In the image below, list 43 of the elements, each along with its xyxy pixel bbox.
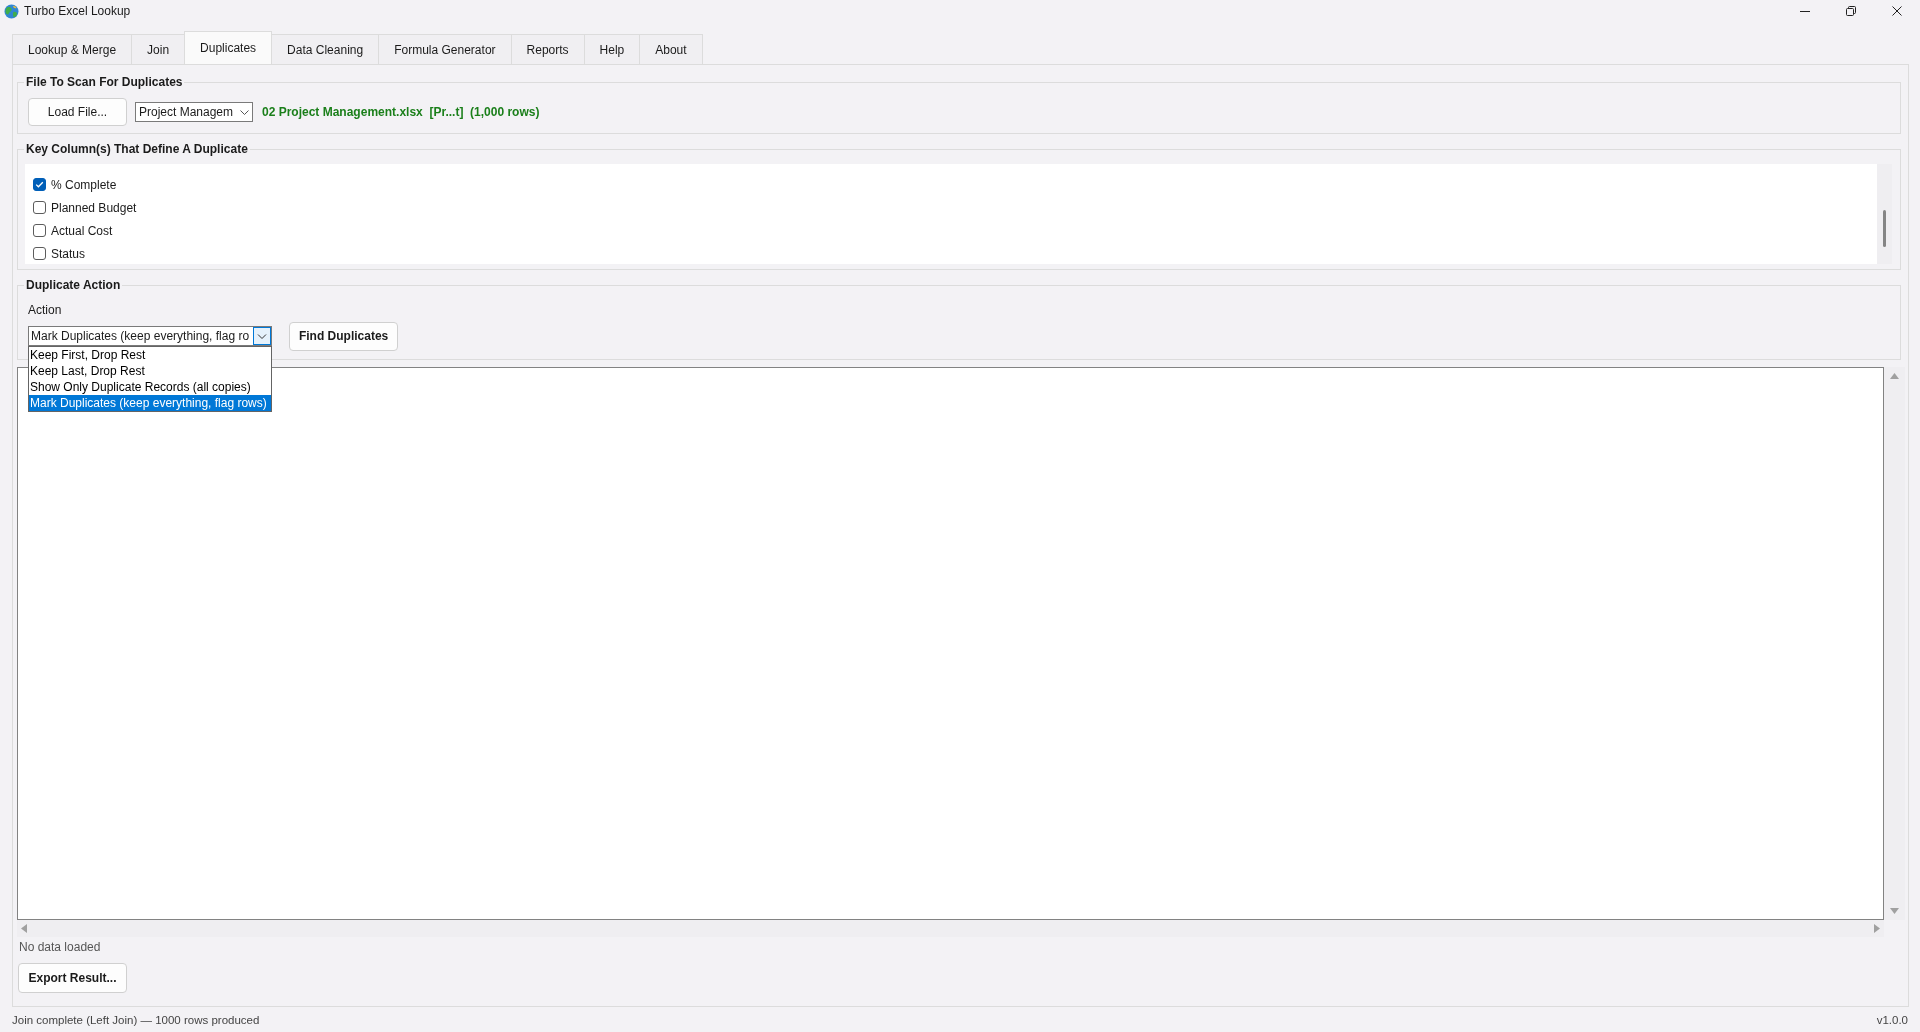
tab[interactable]: Lookup & Merge [12,34,133,64]
dropdown-option[interactable]: Keep First, Drop Rest [29,347,272,363]
field-label: Action [27,303,62,317]
checkbox-label[interactable]: % Complete [51,177,117,192]
checkbox-label[interactable]: Status [51,246,86,261]
section-title: Duplicate Action [25,278,122,292]
down-arrow-icon[interactable] [1890,908,1899,914]
checkbox[interactable] [33,247,46,260]
export-result-button[interactable]: Export Result... [18,963,127,993]
dropdown-option[interactable]: Show Only Duplicate Records (all copies) [29,379,272,395]
window-title: Turbo Excel Lookup [24,4,131,18]
globe-icon [4,3,19,19]
minimize-icon[interactable] [1800,10,1810,12]
checkbox-label[interactable]: Planned Budget [51,200,137,215]
chevron-down-icon [240,109,249,115]
checkbox-label[interactable]: Actual Cost [51,223,113,238]
file-status-text: 02 Project Management.xlsx [Pr...t] (1,000 rows) [262,105,540,119]
horizontal-scrollbar[interactable] [17,920,1884,937]
action-dropdown[interactable]: Mark Duplicates (keep everything, flag ro [28,326,273,346]
section-title: File To Scan For Duplicates [25,75,184,89]
checkbox[interactable] [33,178,46,191]
close-icon[interactable] [1892,6,1902,16]
results-message: No data loaded [18,940,101,954]
status-message: Join complete (Left Join) — 1000 rows produced [12,1013,260,1026]
chevron-down-icon[interactable] [253,327,272,345]
checkbox[interactable] [33,201,46,214]
left-arrow-icon[interactable] [21,924,27,933]
right-arrow-icon[interactable] [1874,924,1880,933]
load-file-button[interactable]: Load File... [28,98,127,126]
checkbox[interactable] [33,224,46,237]
section-title: Key Column(s) That Define A Duplicate [25,142,249,156]
sheet-dropdown[interactable]: Project Managem [135,102,253,122]
dropdown-option[interactable]: Mark Duplicates (keep everything, flag rows) [29,395,272,411]
up-arrow-icon[interactable] [1890,373,1899,379]
version-label: v1.0.0 [1876,1013,1908,1026]
vertical-scrollbar[interactable] [1884,367,1905,920]
vertical-scrollbar[interactable] [1877,164,1892,264]
tab[interactable]: Duplicates [184,31,273,64]
find-duplicates-button[interactable]: Find Duplicates [289,321,399,351]
scrollbar-thumb[interactable] [1883,210,1886,247]
dropdown-option[interactable]: Keep Last, Drop Rest [29,363,272,379]
tab[interactable]: About [639,34,703,64]
restore-icon[interactable] [1846,6,1856,16]
